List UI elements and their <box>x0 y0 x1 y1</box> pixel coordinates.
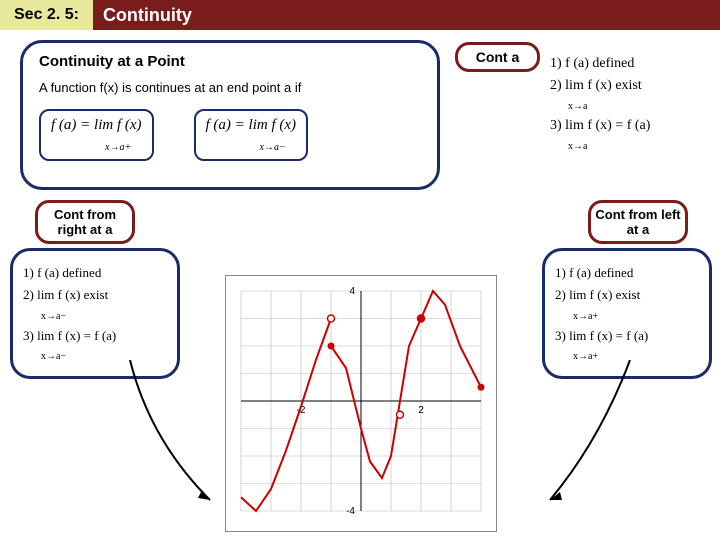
graph-svg: -22-44 <box>226 276 496 526</box>
equation-row: f (a) = lim f (x) x→a+ f (a) = lim f (x)… <box>39 109 421 161</box>
eq-left-sub: x→a+ <box>105 142 131 153</box>
cond-l-3-text: 3) lim f (x) = f (a) <box>23 328 116 343</box>
box-text: A function f(x) is continues at an end p… <box>39 80 421 95</box>
graph: -22-44 <box>225 275 497 532</box>
cont-left-label: Cont from left at a <box>588 200 688 244</box>
cond-r-2-sub: x→a+ <box>573 311 598 322</box>
continuity-point-box: Continuity at a Point A function f(x) is… <box>20 40 440 190</box>
section-label: Sec 2. 5: <box>0 0 93 30</box>
eq-right-sub: x→a− <box>260 142 286 153</box>
cont-a-label: Cont a <box>455 42 540 72</box>
section-title: Continuity <box>103 5 192 26</box>
header: Sec 2. 5: Continuity <box>0 0 720 30</box>
cond-r-3: 3) lim f (x) = f (a) x→a+ <box>555 328 699 363</box>
eq-right-text: f (a) = lim f (x) <box>206 117 297 133</box>
cond-a-2: 2) lim f (x) exist x→a <box>550 78 710 112</box>
arrow-left-icon <box>120 360 230 510</box>
cont-right-label: Cont from right at a <box>35 200 135 244</box>
cond-l-1: 1) f (a) defined <box>23 265 167 281</box>
cond-a-1: 1) f (a) defined <box>550 56 710 72</box>
svg-text:4: 4 <box>349 286 355 297</box>
cond-r-1: 1) f (a) defined <box>555 265 699 281</box>
svg-text:-4: -4 <box>346 506 355 517</box>
svg-text:2: 2 <box>418 405 424 416</box>
cond-l-3: 3) lim f (x) = f (a) x→a− <box>23 328 167 363</box>
cond-a-2-sub: x→a <box>568 101 587 112</box>
cond-a-3: 3) lim f (x) = f (a) x→a <box>550 118 710 152</box>
box-title: Continuity at a Point <box>39 53 421 70</box>
cond-r-2: 2) lim f (x) exist x→a+ <box>555 287 699 322</box>
cond-l-2-sub: x→a− <box>41 311 66 322</box>
cond-a-3-sub: x→a <box>568 141 587 152</box>
cond-l-2: 2) lim f (x) exist x→a− <box>23 287 167 322</box>
cond-r-3-text: 3) lim f (x) = f (a) <box>555 328 648 343</box>
equation-left: f (a) = lim f (x) x→a+ <box>39 109 154 161</box>
arrow-right-icon <box>540 360 650 510</box>
eq-left-text: f (a) = lim f (x) <box>51 117 142 133</box>
equation-right: f (a) = lim f (x) x→a− <box>194 109 309 161</box>
cond-a-3-text: 3) lim f (x) = f (a) <box>550 118 650 133</box>
conditions-a: 1) f (a) defined 2) lim f (x) exist x→a … <box>550 50 710 158</box>
cond-l-2-text: 2) lim f (x) exist <box>23 287 108 302</box>
cond-a-2-text: 2) lim f (x) exist <box>550 78 642 93</box>
cond-l-3-sub: x→a− <box>41 351 66 362</box>
cond-r-2-text: 2) lim f (x) exist <box>555 287 640 302</box>
